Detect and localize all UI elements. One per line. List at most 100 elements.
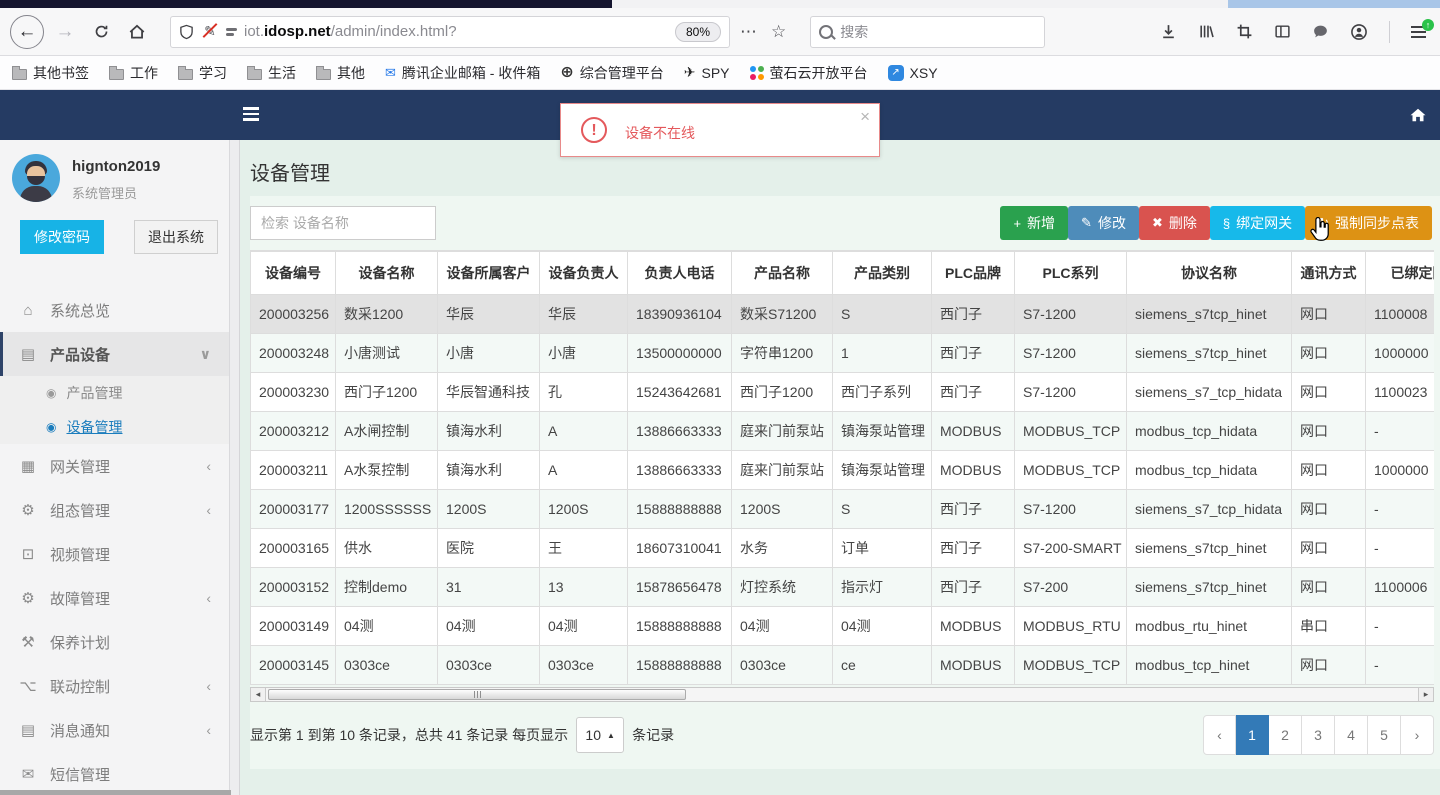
back-button[interactable]: ← [10, 14, 44, 49]
page-button-1[interactable]: 1 [1236, 715, 1269, 755]
page-size-value: 10 [585, 727, 601, 743]
bookmark-item[interactable]: 萤石云开放平台 [749, 63, 868, 83]
sidebar-item-system-overview[interactable]: ⌂ 系统总览 [0, 288, 229, 332]
downloads-icon[interactable] [1160, 23, 1177, 40]
bookmark-label: 萤石云开放平台 [769, 64, 868, 81]
table-cell: 庭来门前泵站 [731, 450, 833, 490]
forward-button[interactable]: → [50, 17, 80, 47]
change-password-button[interactable]: 修改密码 [20, 220, 104, 254]
scrollbar-track[interactable] [266, 687, 1418, 702]
mouse-cursor [1308, 216, 1332, 248]
sidebar-item-configuration-management[interactable]: ⚙ 组态管理 ‹ [0, 488, 229, 532]
table-cell: 数采1200 [335, 294, 438, 334]
add-button[interactable]: + 新增 [1000, 206, 1069, 240]
bookmark-label: SPY [701, 64, 730, 81]
sidebar-item-device-management[interactable]: ◉ 设备管理 [0, 410, 229, 444]
table-row[interactable]: 200003152 控制demo 31 13 15878656478 灯控系统 指示灯 西门子… [250, 567, 1434, 607]
reload-button[interactable] [86, 17, 116, 47]
sidebars-icon[interactable] [1274, 23, 1291, 40]
book-icon: ▤ [20, 346, 36, 363]
page-button-3[interactable]: 3 [1302, 715, 1335, 755]
sidebar-item-product-management[interactable]: ◉ 产品管理 [0, 376, 229, 410]
table-cell: 1100006 [1365, 567, 1434, 607]
sidebar-item-sms-management[interactable]: ✉ 短信管理 [0, 752, 229, 795]
sidebar-item-gateway-management[interactable]: ▦ 网关管理 ‹ [0, 444, 229, 488]
browser-search-box[interactable] [810, 15, 1046, 48]
bookmarks-bar: 其他书签 工作 学习 生活 其他 ✉ 腾讯企业邮箱 - 收件箱 ⊕ 综合管理平台 ✈ SPY 萤石云开… [0, 56, 1440, 90]
bookmark-item[interactable]: 其他 [316, 63, 365, 83]
library-icon[interactable] [1198, 23, 1215, 40]
table-row[interactable]: 200003165 供水 医院王 18607310041 水务 订单 西门子 S7-200-S… [250, 528, 1434, 568]
table-cell: 西门子1200 [731, 372, 833, 412]
sidebar-item-fault-management[interactable]: ⚙ 故障管理 ‹ [0, 576, 229, 620]
screenshot-crop-icon[interactable] [1236, 23, 1253, 40]
table-cell: 指示灯 [832, 567, 932, 607]
logout-button[interactable]: 退出系统 [134, 220, 218, 254]
permissions-icon[interactable] [226, 27, 237, 36]
table-row[interactable]: 200003149 04测 04测 04测 15888888888 04测 04测 MODBU… [250, 606, 1434, 646]
search-icon [819, 24, 834, 39]
page-button-4[interactable]: 4 [1335, 715, 1368, 755]
scroll-right-arrow[interactable]: ▸ [1418, 687, 1434, 702]
url-text[interactable]: iot.idosp.net/admin/index.html? [244, 23, 668, 40]
bookmark-item[interactable]: ✈ SPY [684, 64, 730, 81]
browser-search-input[interactable] [840, 23, 1011, 40]
table-cell: 1100023 [1365, 372, 1434, 412]
sidebar-item-label: 网关管理 [50, 458, 111, 476]
table-cell: 华辰 [539, 294, 628, 334]
alert-close-icon[interactable]: × [860, 107, 870, 127]
bookmark-item[interactable]: ↗ XSY [887, 64, 938, 81]
sidebar-item-maintenance-plan[interactable]: ⚒ 保养计划 [0, 620, 229, 664]
column-header: 产品类别 [832, 251, 932, 295]
device-search-input[interactable] [250, 206, 436, 240]
bookmark-star-icon[interactable]: ☆ [767, 22, 790, 42]
table-row[interactable]: 200003256 数采1200 华辰 华辰 18390936104 数采S71200 S 西… [250, 294, 1434, 334]
table-row[interactable]: 200003230 西门子1200 华辰智通科技孔 15243642681 西门子120… [250, 372, 1434, 412]
delete-button[interactable]: ✖ 删除 [1138, 206, 1210, 240]
page-size-dropdown[interactable]: 10 ▲ [576, 717, 625, 753]
edit-button[interactable]: ✎ 修改 [1068, 206, 1139, 240]
page-button-2[interactable]: 2 [1269, 715, 1302, 755]
page-actions-icon[interactable]: ⋯ [736, 22, 761, 42]
main-content: 设备管理 +新增✎修改✖删除§绑定网关↻强制同步点表 设备编号设备名称设备所属客… [240, 140, 1440, 795]
table-cell: 西门子系列 [832, 372, 932, 412]
scroll-left-arrow[interactable]: ◂ [250, 687, 266, 702]
url-bar[interactable]: ✎ iot.idosp.net/admin/index.html? 80% [170, 15, 730, 48]
bookmark-item[interactable]: 工作 [109, 63, 158, 83]
table-cell: 0303ce [539, 645, 628, 685]
sidebar-item-message-notification[interactable]: ▤ 消息通知 ‹ [0, 708, 229, 752]
pocket-speech-icon[interactable] [1312, 23, 1329, 40]
app-home-icon[interactable] [1408, 105, 1428, 130]
account-icon[interactable] [1350, 23, 1368, 41]
bookmark-item[interactable]: ✉ 腾讯企业邮箱 - 收件箱 [385, 63, 540, 83]
sidebar-item-video-management[interactable]: ⊡ 视频管理 [0, 532, 229, 576]
sidebar-scrollbar[interactable] [230, 140, 240, 795]
bookmark-item[interactable]: ⊕ 综合管理平台 [560, 63, 663, 83]
page-button-5[interactable]: 5 [1368, 715, 1401, 755]
table-row[interactable]: 200003211 A水泵控制 镇海水利 A 13886663333 庭来门前泵站 镇海泵站… [250, 450, 1434, 490]
page-next-button[interactable]: › [1401, 715, 1434, 755]
sidebar-item-linkage-control[interactable]: ⌥ 联动控制 ‹ [0, 664, 229, 708]
bookmark-item[interactable]: 生活 [247, 63, 296, 83]
menu-icon[interactable]: ↑ [1411, 18, 1434, 38]
bind-gateway-button[interactable]: § 绑定网关 [1209, 206, 1306, 240]
table-cell: S7-200-SMART [1014, 528, 1127, 568]
table-cell: ce [832, 645, 932, 685]
bookmark-item[interactable]: 学习 [178, 63, 227, 83]
table-row[interactable]: 200003145 0303ce 0303ce 0303ce 15888888888 03… [250, 645, 1434, 685]
zoom-level-badge[interactable]: 80% [674, 21, 721, 42]
shield-icon[interactable] [179, 24, 194, 40]
blocked-pen-icon[interactable]: ✎ [201, 23, 219, 40]
sidebar-item-product-device[interactable]: ▤ 产品设备 ∨ [0, 332, 229, 376]
page-prev-button[interactable]: ‹ [1203, 715, 1236, 755]
sidebar-item-label: 联动控制 [50, 678, 111, 696]
table-row[interactable]: 200003248 小唐测试 小唐 小唐 13500000000 字符串1200 1 西门子 S… [250, 333, 1434, 373]
table-row[interactable]: 200003177 1200SSSSSS 1200S 1200S 15888888888… [250, 489, 1434, 529]
column-header: 通讯方式 [1291, 251, 1366, 295]
sidebar-menu: ⌂ 系统总览 ▤ 产品设备 ∨ ◉ 产品管理 ◉ 设备管理 ▦ 网关管理 ‹ ⚙ 组态管理 ‹ ⊡ 视频管理 ⚙ 故… [0, 288, 229, 795]
scrollbar-thumb[interactable] [268, 689, 686, 700]
sidebar-toggle-icon[interactable] [243, 107, 259, 121]
bookmark-item[interactable]: 其他书签 [12, 63, 89, 83]
browser-home-button[interactable] [122, 17, 152, 47]
table-row[interactable]: 200003212 A水闸控制 镇海水利 A 13886663333 庭来门前泵站 镇海泵站… [250, 411, 1434, 451]
